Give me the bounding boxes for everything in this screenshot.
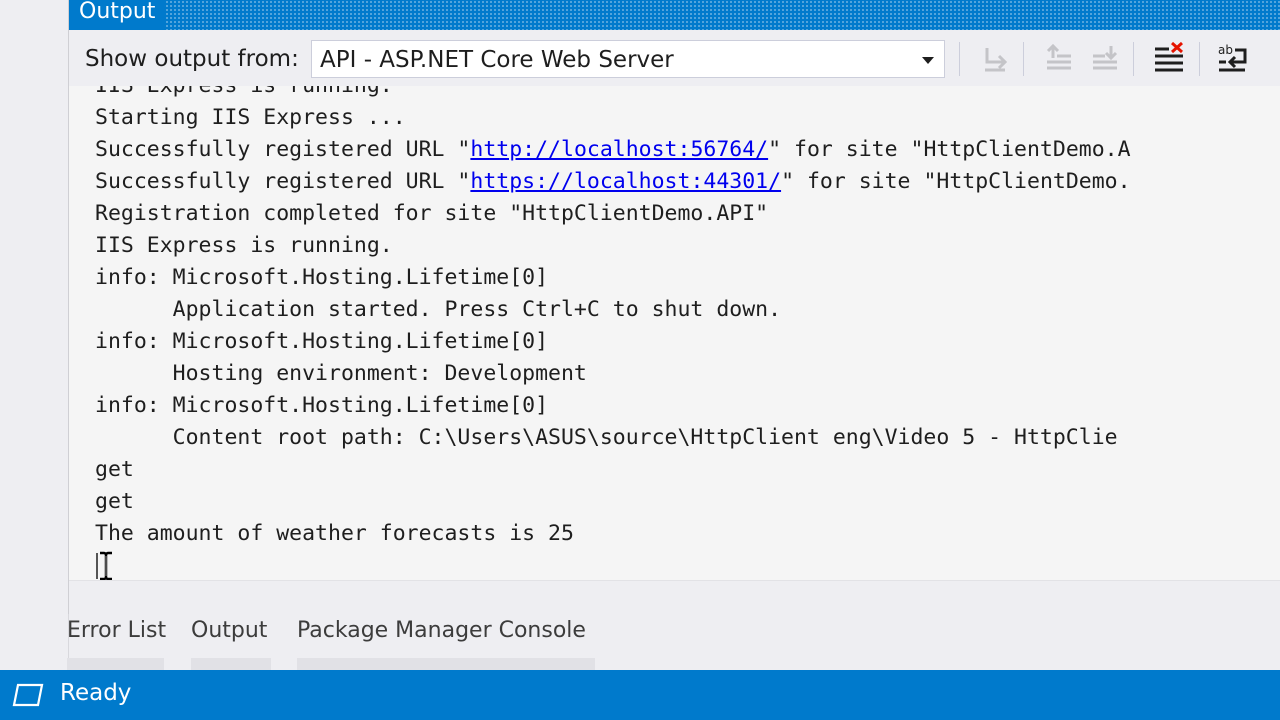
output-line-text: " for site "HttpClientDemo. (781, 169, 1131, 194)
go-to-next-message-icon (1093, 46, 1118, 70)
find-message-in-code-icon (985, 48, 1008, 72)
output-line: info: Microsoft.Hosting.Lifetime[0] (95, 265, 549, 290)
tab-output[interactable]: Output (191, 618, 267, 643)
output-line: The amount of weather forecasts is 25 (95, 521, 574, 546)
output-title: Output (69, 0, 166, 30)
toolbar-separator (1023, 42, 1024, 76)
chevron-down-icon[interactable] (922, 57, 934, 64)
output-line-text: " for site "HttpClientDemo.A (768, 137, 1131, 162)
output-line: Application started. Press Ctrl+C to shu… (95, 297, 782, 322)
output-line: Hosting environment: Development (95, 361, 587, 386)
status-text: Ready (60, 680, 132, 706)
tab-output-indicator (191, 658, 271, 670)
clear-all-button[interactable] (1151, 40, 1187, 76)
toggle-word-wrap-icon: ab (1218, 43, 1247, 72)
output-line: get (95, 457, 134, 482)
output-line: Successfully registered URL "http://loca… (95, 134, 1131, 166)
url-link[interactable]: https://localhost:44301/ (470, 169, 781, 194)
output-line: Registration completed for site "HttpCli… (95, 201, 769, 226)
output-line: info: Microsoft.Hosting.Lifetime[0] (95, 329, 549, 354)
output-line: IIS Express is running. (95, 233, 393, 258)
output-line: IIS Express is running. (95, 86, 1131, 102)
go-to-previous-message-icon (1046, 43, 1071, 70)
output-line: Starting IIS Express ... (95, 105, 406, 130)
output-panel: Output Show output from: API - ASP.NET C… (68, 0, 1280, 615)
show-output-from-label: Show output from: (85, 46, 299, 72)
output-window-icon (12, 683, 44, 707)
output-line-text: Successfully registered URL " (95, 169, 471, 194)
svg-text:ab: ab (1218, 43, 1233, 57)
tab-error-list[interactable]: Error List (67, 618, 166, 643)
output-line: info: Microsoft.Hosting.Lifetime[0] (95, 393, 549, 418)
output-line-text: Successfully registered URL " (95, 137, 471, 162)
toolbar-separator (1133, 42, 1134, 76)
toolbar-separator (959, 42, 960, 76)
text-cursor-icon (96, 551, 112, 580)
output-lines: IIS Express is running. Starting IIS Expr… (95, 86, 1131, 550)
status-bar: Ready (0, 670, 1280, 720)
output-line: Content root path: C:\Users\ASUS\source\… (95, 425, 1118, 450)
tab-error-list-indicator (67, 658, 164, 670)
output-source-dropdown[interactable]: API - ASP.NET Core Web Server (311, 40, 945, 78)
output-text-area[interactable]: IIS Express is running. Starting IIS Expr… (69, 86, 1280, 580)
left-gutter (0, 0, 69, 670)
go-to-previous-message-button[interactable] (1041, 40, 1077, 76)
output-toolbar: Show output from: API - ASP.NET Core Web… (69, 30, 1280, 86)
output-title-bar[interactable]: Output (69, 0, 1280, 30)
tab-package-manager-console[interactable]: Package Manager Console (297, 618, 586, 643)
output-line: Successfully registered URL "https://loc… (95, 166, 1131, 198)
output-source-value: API - ASP.NET Core Web Server (320, 47, 674, 73)
tab-package-manager-console-indicator (297, 658, 595, 670)
toggle-word-wrap-button[interactable]: ab (1215, 40, 1251, 76)
bottom-tab-strip: Error List Output Package Manager Consol… (60, 614, 760, 670)
output-line: get (95, 489, 134, 514)
find-message-in-code-button[interactable] (977, 40, 1013, 76)
url-link[interactable]: http://localhost:56764/ (470, 137, 768, 162)
clear-all-icon (1155, 41, 1184, 72)
horizontal-scrollbar[interactable] (69, 580, 1280, 615)
toolbar-separator (1199, 42, 1200, 76)
go-to-next-message-button[interactable] (1087, 40, 1123, 76)
